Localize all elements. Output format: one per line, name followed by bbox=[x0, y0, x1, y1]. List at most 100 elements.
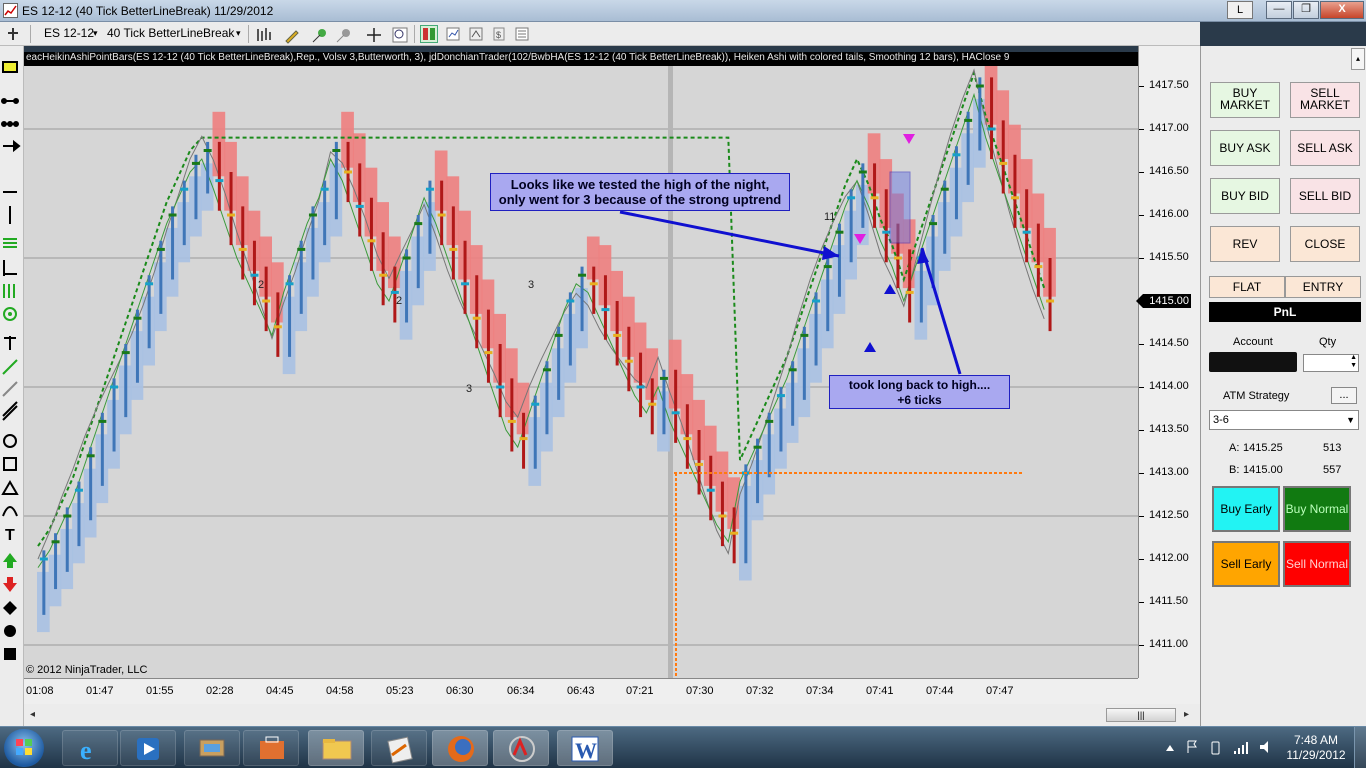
start-button[interactable] bbox=[4, 729, 44, 767]
copyright-label: © 2012 NinjaTrader, LLC bbox=[26, 664, 148, 676]
axis-corner bbox=[1138, 678, 1200, 704]
chevron-down-icon[interactable]: ▼ bbox=[1346, 411, 1355, 429]
toolbar-separator bbox=[248, 25, 249, 43]
x-tick-label: 07:34 bbox=[806, 685, 834, 697]
svg-text:W: W bbox=[575, 738, 597, 763]
y-tick-label: 1411.00 bbox=[1139, 638, 1188, 650]
pin-icon[interactable] bbox=[4, 25, 22, 43]
bar-count-label: 3 bbox=[528, 279, 534, 291]
stepper-arrows-icon[interactable]: ▲ ▼ bbox=[1350, 354, 1357, 370]
y-tick-label: 1411.50 bbox=[1139, 595, 1188, 607]
taskbar-internet-explorer[interactable]: e bbox=[62, 730, 118, 766]
y-tick-label: 1416.00 bbox=[1139, 208, 1189, 220]
taskbar-firefox[interactable] bbox=[432, 730, 488, 766]
sell-early-button[interactable]: Sell Early bbox=[1212, 541, 1280, 587]
chart-canvas[interactable]: 2 11 3 2 3 bbox=[24, 66, 1138, 678]
sell-ask-button[interactable]: SELL ASK bbox=[1290, 130, 1360, 166]
buy-ask-button[interactable]: BUY ASK bbox=[1210, 130, 1280, 166]
battery-icon[interactable] bbox=[1211, 741, 1220, 755]
bid-size: 557 bbox=[1323, 464, 1342, 476]
buy-market-button[interactable]: BUY MARKET bbox=[1210, 82, 1280, 118]
annotation-line: only went for 3 because of the strong up… bbox=[498, 192, 782, 207]
x-tick-label: 06:43 bbox=[567, 685, 595, 697]
y-tick-label: 1416.50 bbox=[1139, 165, 1189, 177]
taskbar-clock[interactable]: 7:48 AM 11/29/2012 bbox=[1282, 733, 1350, 763]
interval-selector[interactable]: 40 Tick BetterLineBreak bbox=[107, 26, 234, 40]
tray-expand-icon[interactable] bbox=[1166, 745, 1174, 751]
signal-icon[interactable] bbox=[1234, 742, 1248, 754]
x-tick-label: 01:08 bbox=[26, 685, 54, 697]
y-tick-label: 1417.00 bbox=[1139, 122, 1189, 134]
panel-collapse-icon[interactable]: ▴ bbox=[1351, 48, 1365, 70]
sell-bid-button[interactable]: SELL BID bbox=[1290, 178, 1360, 214]
restore-button[interactable]: ❐ bbox=[1293, 1, 1319, 19]
price-chart[interactable]: 2 11 3 2 3 Looks like we tested the high of … bbox=[24, 66, 1138, 678]
atm-strategy-select[interactable]: 3-6 ▼ bbox=[1209, 410, 1359, 430]
close-position-button[interactable]: CLOSE bbox=[1290, 226, 1360, 262]
data-series-icon[interactable] bbox=[467, 25, 485, 43]
buy-early-button[interactable]: Buy Early bbox=[1212, 486, 1280, 532]
instrument-selector[interactable]: ES 12-12 bbox=[44, 26, 94, 40]
bar-count-label: 2 bbox=[396, 295, 402, 307]
crosshair-icon[interactable] bbox=[364, 25, 382, 43]
scroll-right-arrow-icon[interactable]: ▸ bbox=[1184, 709, 1189, 720]
taskbar-word[interactable]: W bbox=[557, 730, 613, 766]
taskbar-editor[interactable] bbox=[371, 730, 427, 766]
annotation-box-tested-high[interactable]: Looks like we tested the high of the nig… bbox=[490, 173, 790, 211]
scroll-thumb[interactable]: ||| bbox=[1106, 708, 1176, 722]
x-tick-label: 07:30 bbox=[686, 685, 714, 697]
window-title: ES 12-12 (40 Tick BetterLineBreak) 11/29… bbox=[22, 4, 274, 18]
indicators-icon[interactable] bbox=[513, 25, 531, 43]
bar-count-label: 3 bbox=[466, 383, 472, 395]
toolbox-icon bbox=[260, 736, 284, 759]
account-label: Account bbox=[1233, 336, 1273, 348]
show-desktop-button[interactable] bbox=[1354, 727, 1366, 768]
toolbar-separator bbox=[414, 25, 415, 43]
x-tick-label: 07:47 bbox=[986, 685, 1014, 697]
taskbar-network[interactable] bbox=[184, 730, 240, 766]
buy-normal-button[interactable]: Buy Normal bbox=[1283, 486, 1351, 532]
volume-icon[interactable] bbox=[1260, 741, 1268, 753]
bar-style-icon[interactable] bbox=[254, 25, 272, 43]
chart-trader-icon[interactable] bbox=[420, 25, 438, 43]
drawing-tool-icons[interactable]: T bbox=[0, 46, 24, 726]
network-icon bbox=[199, 739, 225, 757]
reverse-button[interactable]: REV bbox=[1210, 226, 1280, 262]
crosshair-draw-icon[interactable] bbox=[310, 25, 328, 43]
y-tick-label: 1414.00 bbox=[1139, 380, 1189, 392]
account-selector[interactable] bbox=[1209, 352, 1297, 372]
close-button[interactable]: X bbox=[1320, 1, 1364, 19]
pencil-icon[interactable] bbox=[282, 25, 300, 44]
interval-dropdown-icon[interactable]: ▾ bbox=[236, 28, 241, 39]
scroll-left-arrow-icon[interactable]: ◂ bbox=[30, 709, 35, 720]
buy-bid-button[interactable]: BUY BID bbox=[1210, 178, 1280, 214]
bid-label: B: bbox=[1229, 464, 1240, 476]
clock-time: 7:48 AM bbox=[1293, 733, 1339, 747]
sell-normal-button[interactable]: Sell Normal bbox=[1283, 541, 1351, 587]
minimize-button[interactable]: — bbox=[1266, 1, 1292, 19]
flag-icon[interactable] bbox=[1187, 740, 1197, 753]
taskbar-file-explorer[interactable] bbox=[308, 730, 364, 766]
y-tick-label: 1415.50 bbox=[1139, 251, 1189, 263]
app-window: ES 12-12 (40 Tick BetterLineBreak) 11/29… bbox=[0, 0, 1366, 768]
chart-properties-icon[interactable] bbox=[444, 25, 462, 43]
sell-market-button[interactable]: SELL MARKET bbox=[1290, 82, 1360, 118]
taskbar-toolbox[interactable] bbox=[243, 730, 299, 766]
clock-date: 11/29/2012 bbox=[1286, 748, 1346, 762]
taskbar-media-player[interactable] bbox=[120, 730, 176, 766]
zoom-icon[interactable] bbox=[390, 25, 408, 43]
ask-label: A: bbox=[1229, 442, 1240, 454]
wand-icon[interactable] bbox=[334, 25, 352, 43]
x-tick-label: 01:47 bbox=[86, 685, 114, 697]
instrument-dropdown-icon[interactable]: ▾ bbox=[93, 28, 98, 39]
time-axis[interactable]: 01:08 01:47 01:55 02:28 04:45 04:58 05:23 06:30… bbox=[24, 678, 1138, 704]
link-letter-button[interactable]: L bbox=[1227, 1, 1253, 19]
quantity-stepper[interactable]: ▲ ▼ bbox=[1303, 354, 1359, 372]
price-axis[interactable]: 1417.50 1417.00 1416.50 1416.00 1415.50 1415.… bbox=[1136, 46, 1200, 678]
annotation-box-long-back[interactable]: took long back to high.... +6 ticks bbox=[829, 375, 1010, 409]
chart-scrollbar[interactable]: ◂ ||| ▸ bbox=[24, 704, 1200, 726]
title-bar[interactable]: ES 12-12 (40 Tick BetterLineBreak) 11/29… bbox=[0, 0, 1366, 22]
strategy-icon[interactable]: $ bbox=[490, 25, 508, 43]
taskbar-ninjatrader[interactable] bbox=[493, 730, 549, 766]
atm-strategy-options-button[interactable]: ... bbox=[1331, 387, 1357, 404]
